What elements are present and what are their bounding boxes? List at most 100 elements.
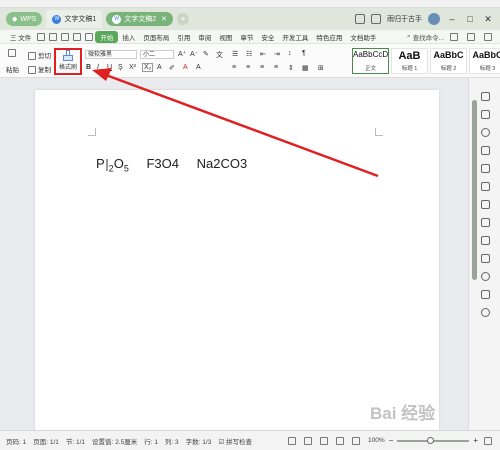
paragraph-icon[interactable] <box>481 182 490 191</box>
style-normal[interactable]: AaBbCcDd 正文 <box>352 48 389 74</box>
file-menu[interactable]: 三 文件 <box>6 32 35 42</box>
history-icon[interactable] <box>481 272 490 281</box>
text-effect-icon[interactable]: A <box>157 64 162 71</box>
paste-label[interactable]: 粘贴 <box>6 64 19 74</box>
underline-button[interactable]: U <box>107 64 112 71</box>
avatar[interactable] <box>428 13 440 25</box>
more-icon[interactable] <box>484 32 492 41</box>
menu-special[interactable]: 特色应用 <box>312 32 346 42</box>
preview-icon[interactable] <box>61 32 70 41</box>
user-name[interactable]: 雨归于古手 <box>387 14 422 24</box>
scrollbar-thumb[interactable] <box>472 100 477 280</box>
fit-page-icon[interactable] <box>484 436 492 445</box>
new-tab-button[interactable]: + <box>177 13 190 25</box>
vertical-scrollbar[interactable] <box>472 90 477 420</box>
image-icon[interactable] <box>481 218 490 227</box>
spell-check-toggle[interactable]: ☑ 拼写检查 <box>218 436 252 446</box>
minimize-icon[interactable]: – <box>446 14 458 24</box>
zoom-slider-knob[interactable] <box>427 436 435 444</box>
menu-chapter[interactable]: 章节 <box>236 32 257 42</box>
reading-view-icon[interactable] <box>352 436 361 445</box>
wps-home-button[interactable]: ◆ WPS <box>6 12 43 26</box>
style-heading-1[interactable]: AaB 标题 1 <box>391 48 428 74</box>
align-right-icon[interactable]: ≡ <box>260 64 264 71</box>
shape-icon[interactable] <box>481 110 490 119</box>
font-name-select[interactable]: 微软雅黑 <box>85 50 137 59</box>
print-icon[interactable] <box>49 32 58 41</box>
close-window-icon[interactable]: ✕ <box>482 14 494 25</box>
status-word-count[interactable]: 字数: 1/3 <box>186 436 212 446</box>
align-center-icon[interactable]: ≡ <box>246 64 250 71</box>
undo-icon[interactable] <box>73 32 82 41</box>
bullet-list-icon[interactable]: ☰ <box>232 50 238 58</box>
menu-insert[interactable]: 插入 <box>118 32 139 42</box>
translate-icon[interactable] <box>481 254 490 263</box>
redo-icon[interactable] <box>85 32 94 41</box>
menu-doc-assistant[interactable]: 文档助手 <box>346 32 380 42</box>
shrink-font-icon[interactable]: A⁻ <box>190 50 198 58</box>
document-page[interactable]: P 2O5 F3O4 Na2CO3 <box>35 90 439 430</box>
style-heading-3[interactable]: AaBbC 标题 3 <box>469 48 500 74</box>
grow-font-icon[interactable]: A⁺ <box>178 50 186 58</box>
menu-references[interactable]: 引用 <box>173 32 194 42</box>
font-color-icon[interactable]: A <box>183 64 188 71</box>
sort-icon[interactable]: ↕ <box>288 50 292 57</box>
zoom-slider[interactable] <box>397 436 470 444</box>
layout-icon[interactable] <box>355 14 365 24</box>
copy-button[interactable]: 复制 <box>28 64 51 75</box>
bold-button[interactable]: B <box>86 64 91 71</box>
maximize-icon[interactable]: □ <box>464 14 476 24</box>
menu-start[interactable]: 开始 <box>95 30 119 43</box>
clear-format-icon[interactable]: ✎ <box>203 50 209 58</box>
borders-icon[interactable]: ⊞ <box>318 64 324 72</box>
outdent-icon[interactable]: ⇤ <box>260 50 266 58</box>
subscript-icon[interactable]: X₂ <box>142 63 154 72</box>
help-icon[interactable] <box>481 308 490 317</box>
zoom-out-icon[interactable]: − <box>389 436 394 445</box>
close-tab-icon[interactable]: ✕ <box>161 15 167 23</box>
menu-security[interactable]: 安全 <box>257 32 278 42</box>
style-icon[interactable] <box>481 128 490 137</box>
select-icon[interactable] <box>481 146 490 155</box>
outline-view-icon[interactable] <box>304 436 313 445</box>
paste-button[interactable] <box>8 49 18 57</box>
command-search[interactable]: ⌕ 查找命令... <box>407 32 444 42</box>
justify-icon[interactable]: ≡ <box>274 64 278 71</box>
indent-icon[interactable]: ⇥ <box>274 50 280 58</box>
italic-button[interactable]: I <box>97 64 99 71</box>
eye-protect-icon[interactable] <box>288 436 297 445</box>
highlight-icon[interactable]: ✐ <box>169 64 175 72</box>
line-spacing-icon[interactable]: ⇕ <box>288 64 294 72</box>
link-icon[interactable] <box>481 200 490 209</box>
web-view-icon[interactable] <box>336 436 345 445</box>
menu-review[interactable]: 审阅 <box>194 32 215 42</box>
formula-p2o5[interactable]: P 2O5 <box>96 156 129 174</box>
menu-page-layout[interactable]: 页面布局 <box>139 32 173 42</box>
menu-developer[interactable]: 开发工具 <box>278 32 312 42</box>
zoom-level[interactable]: 100% <box>368 437 385 444</box>
bookmark-icon[interactable] <box>481 164 490 173</box>
shading-icon[interactable]: ▦ <box>302 64 309 72</box>
pinyin-icon[interactable]: 文 <box>216 50 223 60</box>
paragraph-mark-icon[interactable]: ¶ <box>302 50 306 57</box>
format-painter-button[interactable]: 格式刷 <box>54 48 82 75</box>
tab-document-1[interactable]: W 文字文稿1 <box>46 10 103 28</box>
align-left-icon[interactable]: ≡ <box>232 64 236 71</box>
cut-button[interactable]: 剪切 <box>28 50 51 61</box>
formula-na2co3[interactable]: Na2CO3 <box>197 156 248 171</box>
number-list-icon[interactable]: ☷ <box>246 50 252 58</box>
style-heading-2[interactable]: AaBbC 标题 2 <box>430 48 467 74</box>
menu-view[interactable]: 视图 <box>215 32 236 42</box>
save-icon[interactable] <box>37 32 46 41</box>
zoom-in-icon[interactable]: + <box>473 436 478 445</box>
strikethrough-icon[interactable]: Ş <box>118 64 123 71</box>
font-size-select[interactable]: 小二 <box>140 50 174 59</box>
tab-document-2[interactable]: W 文字文稿2 ✕ <box>106 12 174 26</box>
cloud-doc-icon[interactable] <box>481 236 490 245</box>
superscript-icon[interactable]: X² <box>129 64 136 71</box>
window-icon[interactable] <box>371 14 381 24</box>
formula-f3o4[interactable]: F3O4 <box>146 156 179 171</box>
document-text-line[interactable]: P 2O5 F3O4 Na2CO3 <box>96 156 247 174</box>
char-border-icon[interactable]: A <box>196 64 201 71</box>
page-view-icon[interactable] <box>320 436 329 445</box>
